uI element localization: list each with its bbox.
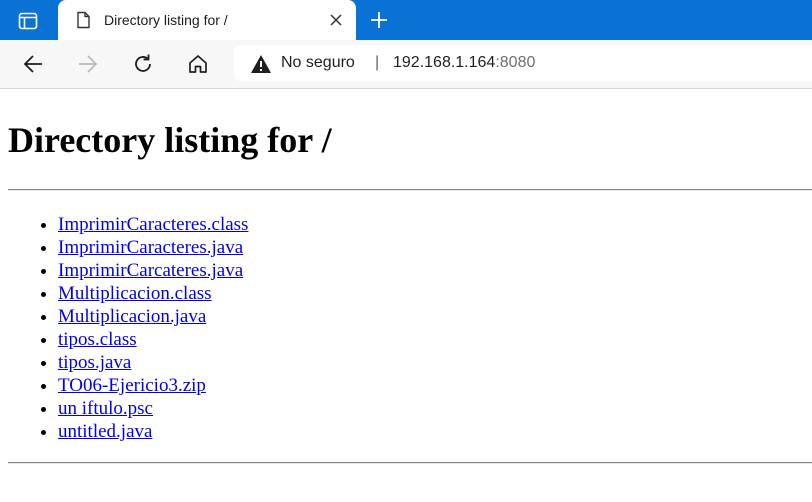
file-link[interactable]: ImprimirCaracteres.java (58, 237, 243, 258)
file-link[interactable]: ImprimirCaracteres.class (58, 214, 248, 235)
home-button[interactable] (182, 49, 214, 79)
file-link[interactable]: un iftulo.psc (58, 398, 153, 419)
page-icon (77, 11, 90, 29)
new-tab-icon (371, 12, 387, 28)
active-tab[interactable]: Directory listing for / (58, 0, 356, 40)
top-divider (8, 189, 812, 191)
back-button[interactable] (17, 49, 49, 79)
file-list-item: untitled.java (58, 420, 248, 443)
url-text[interactable]: 192.168.1.164:8080 (393, 53, 535, 73)
close-tab-button[interactable] (326, 10, 346, 30)
tab-actions-icon (18, 12, 38, 30)
new-tab-button[interactable] (364, 6, 394, 34)
url-port: :8080 (495, 54, 536, 71)
address-bar[interactable]: No seguro | 192.168.1.164:8080 (234, 45, 812, 81)
close-icon (330, 14, 342, 26)
page-heading: Directory listing for / (8, 120, 332, 160)
file-list-item: Multiplicacion.class (58, 282, 248, 305)
file-list-item: ImprimirCaracteres.class (58, 213, 248, 236)
file-list-item: ImprimirCaracteres.java (58, 236, 248, 259)
file-list-item: un iftulo.psc (58, 397, 248, 420)
file-list-item: Multiplicacion.java (58, 305, 248, 328)
refresh-icon (135, 54, 151, 72)
page-content: Directory listing for / ImprimirCaracter… (0, 89, 812, 502)
tab-title: Directory listing for / (104, 12, 228, 28)
file-list: ImprimirCaracteres.classImprimirCaracter… (0, 213, 248, 443)
file-link[interactable]: Multiplicacion.class (58, 283, 212, 304)
file-link[interactable]: tipos.class (58, 329, 137, 350)
file-list-item: ImprimirCarcateres.java (58, 259, 248, 282)
forward-icon (79, 55, 98, 73)
back-icon (23, 55, 42, 73)
file-list-item: TO06-Ejericio3.zip (58, 374, 248, 397)
file-link[interactable]: tipos.java (58, 352, 131, 373)
file-link[interactable]: TO06-Ejericio3.zip (58, 375, 206, 396)
tab-actions-button[interactable] (8, 6, 48, 36)
bottom-divider (8, 462, 812, 464)
file-link[interactable]: Multiplicacion.java (58, 306, 206, 327)
url-host: 192.168.1.164 (393, 54, 496, 71)
refresh-button[interactable] (127, 49, 159, 79)
security-status-label[interactable]: No seguro (281, 53, 355, 73)
file-link[interactable]: ImprimirCarcateres.java (58, 260, 243, 281)
forward-button[interactable] (72, 49, 104, 79)
file-list-item: tipos.java (58, 351, 248, 374)
tab-strip: Directory listing for / (0, 0, 812, 40)
warning-icon[interactable] (250, 54, 272, 74)
file-list-item: tipos.class (58, 328, 248, 351)
file-link[interactable]: untitled.java (58, 421, 152, 442)
home-icon (189, 55, 207, 73)
address-separator: | (375, 54, 380, 71)
